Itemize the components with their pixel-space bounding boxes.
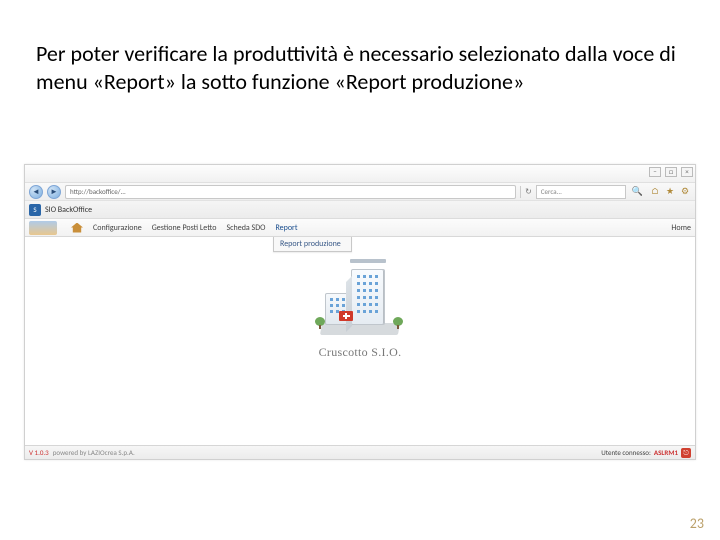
- medical-cross-icon: [339, 311, 353, 321]
- logout-button[interactable]: ⎋: [681, 448, 691, 458]
- url-input[interactable]: http://backoffice/...: [65, 185, 516, 199]
- instruction-text: Per poter verificare la produttività è n…: [36, 40, 676, 96]
- status-bar: V 1.0.3 powered by LAZIOcrea S.p.A. Uten…: [25, 445, 695, 459]
- refresh-icon[interactable]: ↻: [525, 187, 532, 197]
- close-button[interactable]: ×: [681, 167, 693, 177]
- maximize-button[interactable]: □: [665, 167, 677, 177]
- user-name: ASLRM1: [654, 448, 678, 457]
- tab-favicon: S: [29, 204, 41, 216]
- titlebar: – □ ×: [25, 165, 695, 183]
- back-button[interactable]: ◄: [29, 185, 43, 199]
- forward-button[interactable]: ►: [47, 185, 61, 199]
- region-logo: [29, 221, 57, 235]
- tools-icon[interactable]: ⚙: [679, 186, 691, 198]
- home-icon[interactable]: [71, 223, 83, 233]
- browser-window: – □ × ◄ ► http://backoffice/... ↻ Cerca.…: [24, 164, 696, 460]
- app-menu-bar: Configurazione Gestione Posti Letto Sche…: [25, 219, 695, 237]
- favorites-icon[interactable]: ★: [664, 186, 676, 198]
- tab-title[interactable]: SIO BackOffice: [45, 205, 92, 215]
- search-input[interactable]: Cerca...: [536, 185, 626, 199]
- minimize-button[interactable]: –: [649, 167, 661, 177]
- tab-bar: S SIO BackOffice: [25, 201, 695, 219]
- menu-gestione-posti-letto[interactable]: Gestione Posti Letto: [152, 223, 217, 233]
- page-number: 23: [690, 515, 704, 532]
- user-connected-label: Utente connesso:: [601, 448, 651, 457]
- app-title: Cruscotto S.I.O.: [319, 345, 402, 360]
- menu-scheda-sdo[interactable]: Scheda SDO: [226, 223, 265, 233]
- search-icon[interactable]: 🔍: [632, 186, 643, 197]
- home-icon[interactable]: ⌂: [649, 186, 661, 198]
- hospital-icon: [315, 257, 405, 335]
- menu-home[interactable]: Home: [671, 223, 691, 233]
- powered-by-label: powered by LAZIOcrea S.p.A.: [53, 448, 135, 457]
- address-bar-row: ◄ ► http://backoffice/... ↻ Cerca... 🔍 ⌂…: [25, 183, 695, 201]
- version-label: V 1.0.3: [29, 448, 49, 457]
- menu-report[interactable]: Report: [275, 223, 297, 233]
- menu-configurazione[interactable]: Configurazione: [93, 223, 142, 233]
